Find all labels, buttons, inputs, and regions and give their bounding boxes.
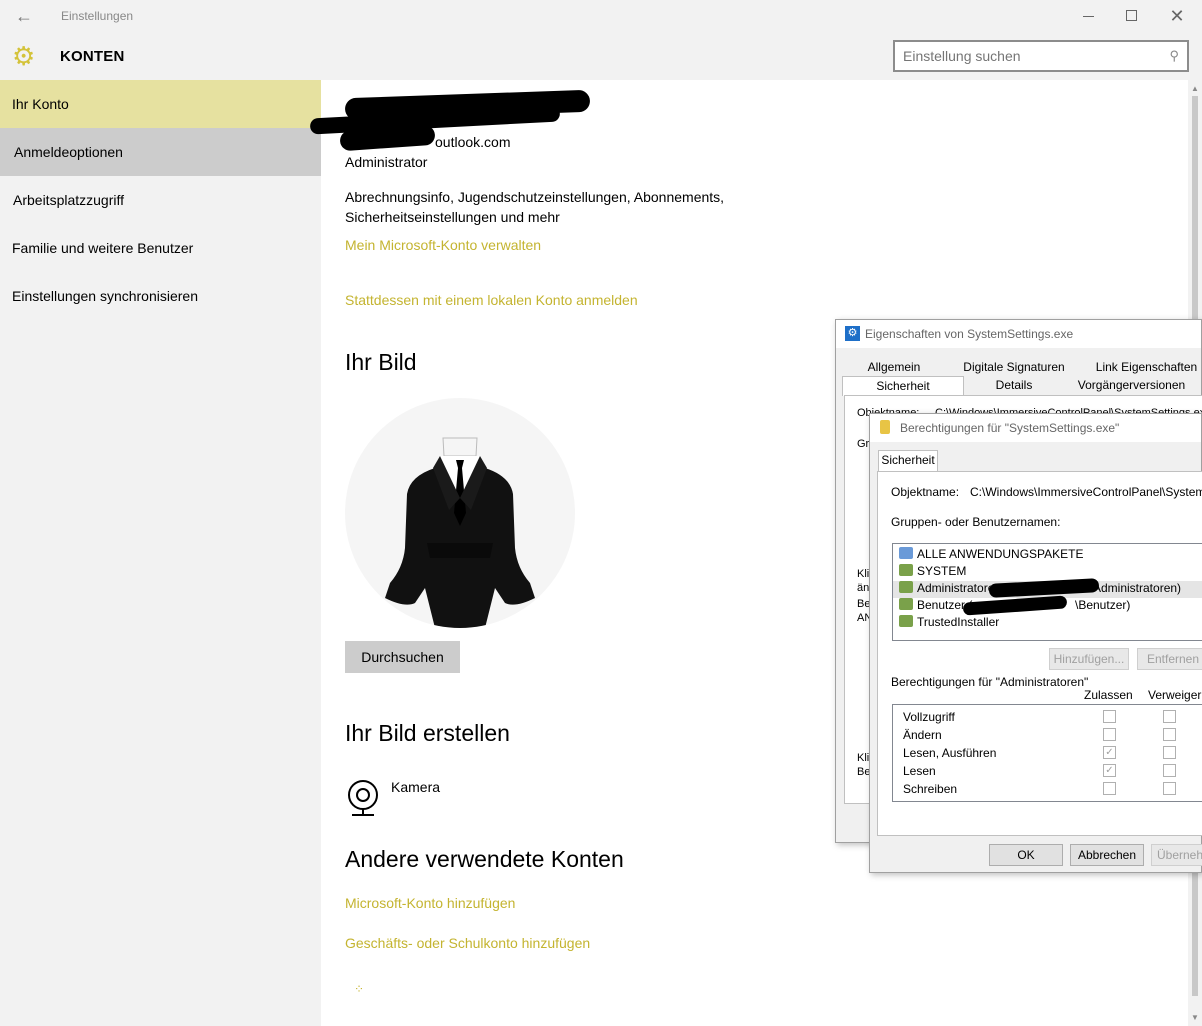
- camera-icon[interactable]: [346, 779, 380, 817]
- close-icon: ✕: [1169, 6, 1185, 26]
- allow-checkbox-checked[interactable]: ✓: [1103, 764, 1116, 777]
- create-picture-heading: Ihr Bild erstellen: [345, 720, 510, 746]
- allow-checkbox[interactable]: [1103, 728, 1116, 741]
- add-button[interactable]: Hinzufügen...: [1049, 648, 1129, 670]
- permission-row: Lesen, Ausführen: [903, 746, 997, 760]
- deny-checkbox[interactable]: [1163, 764, 1176, 777]
- deny-checkbox[interactable]: [1163, 710, 1176, 723]
- list-item[interactable]: SYSTEM: [899, 564, 966, 581]
- sidebar-item-label: Familie und weitere Benutzer: [12, 240, 194, 256]
- tab-digitale-signaturen[interactable]: Digitale Signaturen: [944, 358, 1084, 376]
- object-name-label: Objektname:: [891, 485, 960, 499]
- folder-icon: [880, 420, 890, 434]
- properties-dialog-titlebar[interactable]: ⚙ Eigenschaften von SystemSettings.exe: [836, 320, 1201, 348]
- avatar: [345, 398, 575, 628]
- sidebar-item-arbeitsplatzzugriff[interactable]: Arbeitsplatzzugriff: [0, 176, 321, 224]
- permissions-page: Objektname: C:\Windows\ImmersiveControlP…: [877, 471, 1202, 836]
- gear-icon: ⚙: [845, 326, 860, 341]
- permission-row: Schreiben: [903, 782, 958, 796]
- scroll-up-icon[interactable]: ▲: [1191, 84, 1199, 93]
- sidebar: Ihr Konto Anmeldeoptionen Arbeitsplatzzu…: [0, 80, 321, 1026]
- minimize-button[interactable]: [1066, 0, 1112, 32]
- local-account-link[interactable]: Stattdessen mit einem lokalen Konto anme…: [345, 292, 638, 308]
- scroll-down-icon[interactable]: ▼: [1191, 1013, 1199, 1022]
- apply-button[interactable]: Übernehmen: [1151, 844, 1202, 866]
- account-description-line1: Abrechnungsinfo, Jugendschutzeinstellung…: [345, 189, 725, 205]
- allow-column-header: Zulassen: [1084, 688, 1133, 702]
- tab-sicherheit[interactable]: Sicherheit: [842, 376, 964, 396]
- other-accounts-heading: Andere verwendete Konten: [345, 846, 624, 872]
- page-title: KONTEN: [60, 48, 125, 65]
- list-item[interactable]: Benutzer (\Benutzer): [899, 598, 1130, 615]
- groups-label: Gruppen- oder Benutzernamen:: [891, 515, 1061, 529]
- allow-checkbox[interactable]: [1103, 782, 1116, 795]
- deny-checkbox[interactable]: [1163, 782, 1176, 795]
- back-arrow-icon[interactable]: ←: [12, 6, 36, 26]
- permissions-listbox[interactable]: Vollzugriff Ändern Lesen, Ausführen Lese…: [892, 704, 1202, 802]
- allow-checkbox-checked[interactable]: ✓: [1103, 746, 1116, 759]
- tab-link-eigenschaften[interactable]: Link Eigenschaften: [1084, 358, 1202, 376]
- tab-details[interactable]: Details: [964, 376, 1064, 394]
- permission-row: Lesen: [903, 764, 936, 778]
- groups-listbox[interactable]: ALLE ANWENDUNGSPAKETE SYSTEM Administrat…: [892, 543, 1202, 641]
- account-email: outlook.com: [435, 134, 511, 150]
- properties-dialog-title: Eigenschaften von SystemSettings.exe: [865, 327, 1074, 341]
- redaction-mark: [962, 595, 1068, 616]
- permissions-dialog-title: Berechtigungen für "SystemSettings.exe": [900, 421, 1120, 435]
- window-title: Einstellungen: [61, 9, 134, 23]
- gear-icon: ⚙: [12, 41, 36, 71]
- permission-row: Ändern: [903, 728, 942, 742]
- suit-silhouette-image: [385, 437, 535, 628]
- users-icon: [899, 564, 913, 576]
- permissions-for-label: Berechtigungen für "Administratoren": [891, 675, 1089, 689]
- title-bar: ← Einstellungen ✕: [0, 0, 1202, 32]
- list-item[interactable]: TrustedInstaller: [899, 615, 999, 632]
- allow-checkbox[interactable]: [1103, 710, 1116, 723]
- search-icon[interactable]: ⚲: [1169, 48, 1179, 64]
- sidebar-item-label: Arbeitsplatzzugriff: [13, 192, 125, 208]
- tab-allgemein[interactable]: Allgemein: [844, 358, 944, 376]
- deny-checkbox[interactable]: [1163, 746, 1176, 759]
- search-box[interactable]: ⚲: [893, 40, 1189, 72]
- users-icon: [899, 598, 913, 610]
- camera-label[interactable]: Kamera: [391, 779, 440, 795]
- remove-button[interactable]: Entfernen: [1137, 648, 1202, 670]
- maximize-button[interactable]: [1109, 0, 1155, 32]
- users-icon: [899, 581, 913, 593]
- sidebar-item-label: Ihr Konto: [12, 96, 69, 112]
- package-icon: [899, 547, 913, 559]
- account-description-line2: Sicherheitseinstellungen und mehr: [345, 209, 560, 225]
- deny-checkbox[interactable]: [1163, 728, 1176, 741]
- users-icon: [899, 615, 913, 627]
- maximize-icon: [1126, 10, 1137, 21]
- sidebar-item-anmeldeoptionen[interactable]: Anmeldeoptionen: [0, 128, 321, 176]
- search-input[interactable]: [903, 47, 1153, 65]
- object-name-value: C:\Windows\ImmersiveControlPanel\SystemS…: [970, 485, 1202, 499]
- list-item[interactable]: ALLE ANWENDUNGSPAKETE: [899, 547, 1084, 564]
- picture-heading: Ihr Bild: [345, 349, 417, 375]
- add-microsoft-account-link[interactable]: Microsoft-Konto hinzufügen: [345, 895, 515, 911]
- loading-spinner-icon: ⁘: [354, 982, 365, 996]
- permissions-dialog: Berechtigungen für "SystemSettings.exe" …: [869, 413, 1202, 873]
- permission-row: Vollzugriff: [903, 710, 955, 724]
- sidebar-item-familie[interactable]: Familie und weitere Benutzer: [0, 224, 321, 272]
- ok-button[interactable]: OK: [989, 844, 1063, 866]
- manage-account-link[interactable]: Mein Microsoft-Konto verwalten: [345, 237, 541, 253]
- sidebar-item-label: Einstellungen synchronisieren: [12, 288, 198, 304]
- add-work-account-link[interactable]: Geschäfts- oder Schulkonto hinzufügen: [345, 935, 590, 951]
- sidebar-item-label: Anmeldeoptionen: [14, 144, 123, 160]
- deny-column-header: Verweigern: [1148, 688, 1202, 702]
- sidebar-item-synchronisieren[interactable]: Einstellungen synchronisieren: [0, 272, 321, 320]
- page-header: ⚙ KONTEN ⚲: [0, 32, 1202, 80]
- cancel-button[interactable]: Abbrechen: [1070, 844, 1144, 866]
- tab-vorgaengerversionen[interactable]: Vorgängerversionen: [1064, 376, 1199, 394]
- browse-button[interactable]: Durchsuchen: [345, 641, 460, 673]
- close-button[interactable]: ✕: [1154, 0, 1200, 32]
- minimize-icon: [1083, 16, 1094, 17]
- permissions-dialog-titlebar[interactable]: Berechtigungen für "SystemSettings.exe": [870, 414, 1201, 442]
- groups-label-fragment: Gr: [857, 438, 870, 450]
- tab-sicherheit[interactable]: Sicherheit: [878, 450, 938, 472]
- account-role: Administrator: [345, 154, 428, 170]
- sidebar-item-ihr-konto[interactable]: Ihr Konto: [0, 80, 321, 128]
